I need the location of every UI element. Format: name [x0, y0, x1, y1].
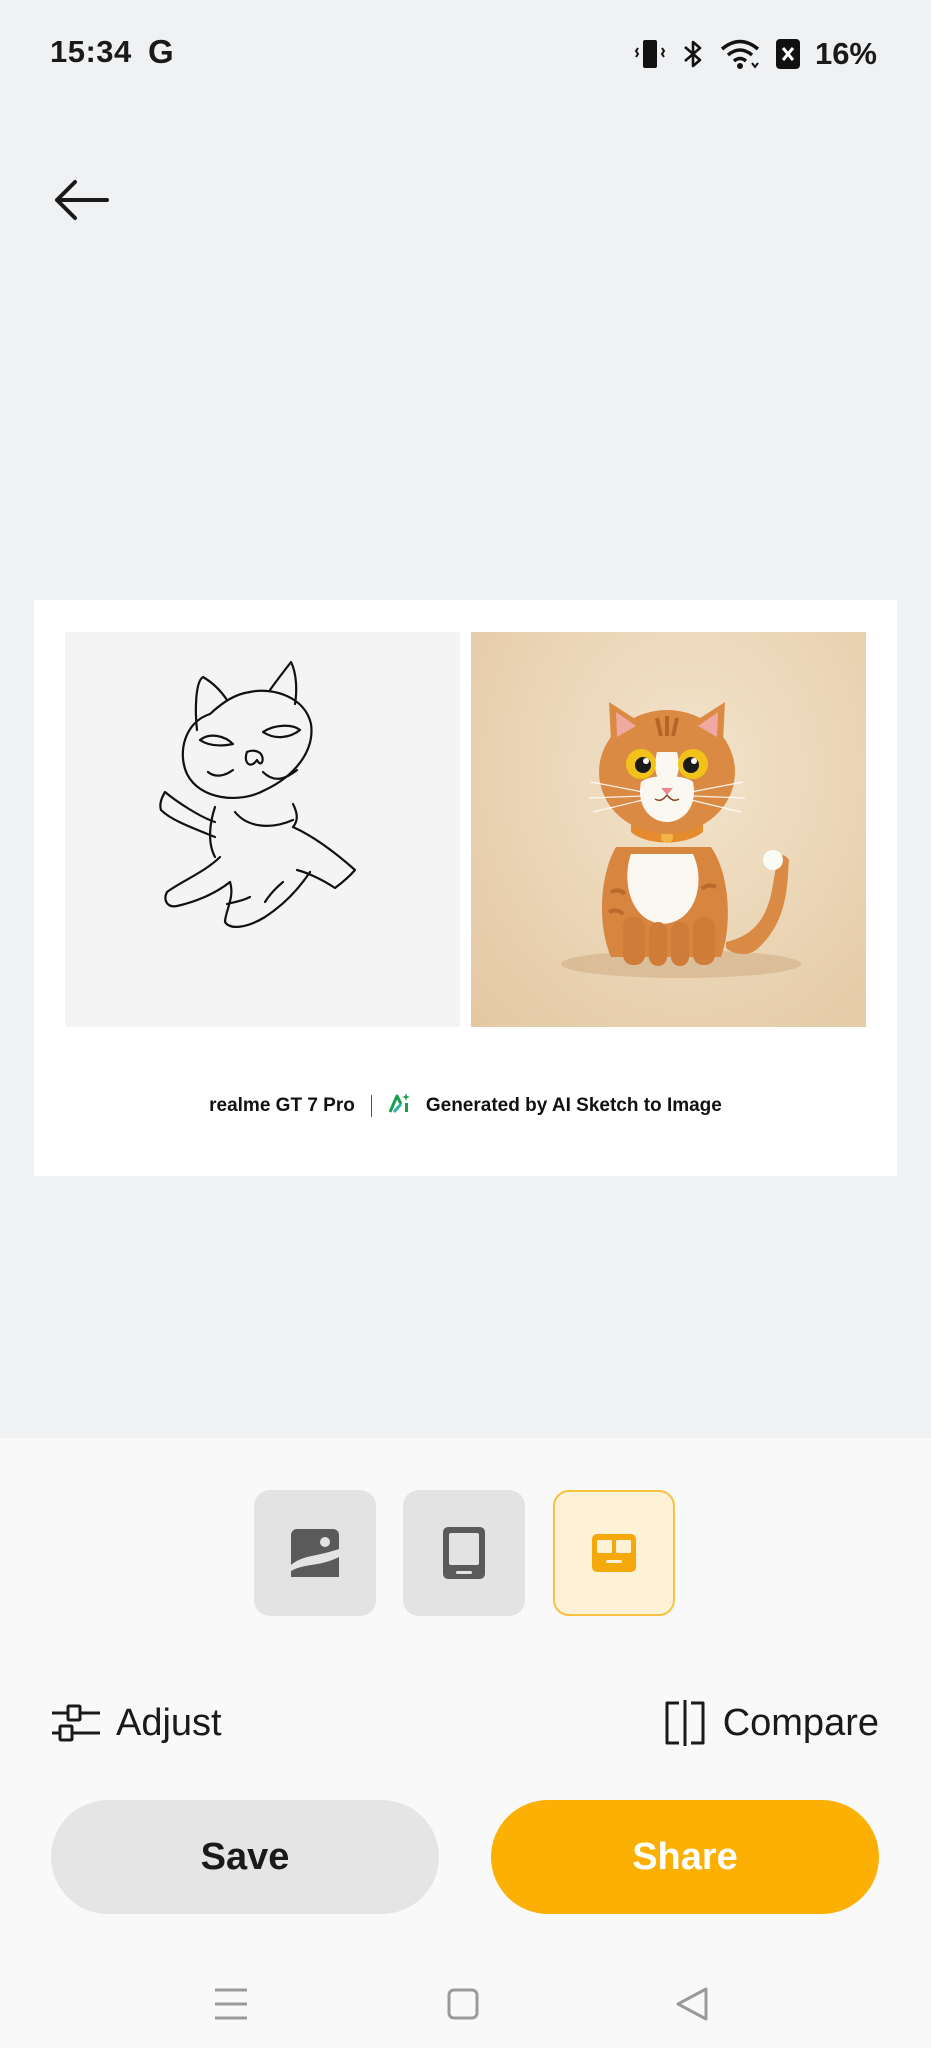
arrow-left-icon — [55, 180, 109, 220]
status-icons: 16% — [633, 34, 877, 74]
back-triangle-icon — [676, 1987, 708, 2021]
bottom-sheet: Adjust Compare Save Share — [0, 1438, 931, 2048]
save-button[interactable]: Save — [51, 1800, 439, 1914]
home-icon — [447, 1988, 479, 2020]
home-button[interactable] — [439, 1980, 487, 2028]
frame-layout-icon — [443, 1527, 485, 1579]
bluetooth-icon — [681, 37, 705, 71]
layout-option-frame[interactable] — [403, 1490, 525, 1616]
wifi-icon — [719, 37, 761, 71]
compare-button[interactable]: Compare — [661, 1698, 879, 1748]
preview-card: realme GT 7 Pro Generated by AI Sketch t… — [34, 600, 897, 1176]
status-bar: 15:34 G 16% — [0, 0, 931, 110]
recents-button[interactable] — [207, 1980, 255, 2028]
side-by-side-layout-icon — [592, 1534, 636, 1572]
compare-icon — [665, 1700, 705, 1746]
image-layout-icon — [291, 1529, 339, 1577]
status-time: 15:34 — [50, 34, 132, 69]
ai-sparkle-icon — [388, 1091, 412, 1121]
back-button[interactable] — [48, 170, 114, 230]
layout-option-image[interactable] — [254, 1490, 376, 1616]
caption-divider — [370, 1095, 372, 1117]
caption: realme GT 7 Pro Generated by AI Sketch t… — [34, 1091, 897, 1121]
google-icon: G — [148, 33, 174, 70]
adjust-button[interactable]: Adjust — [50, 1698, 222, 1748]
sliders-icon — [52, 1704, 100, 1742]
compare-label: Compare — [722, 1701, 879, 1744]
sketch-image — [65, 632, 460, 1027]
share-button[interactable]: Share — [491, 1800, 879, 1914]
battery-saver-icon — [775, 37, 801, 71]
vibrate-icon — [633, 37, 667, 71]
layout-option-side-by-side[interactable] — [553, 1490, 675, 1616]
system-navbar — [0, 1958, 931, 2048]
system-back-button[interactable] — [668, 1980, 716, 2028]
generated-cat-image — [471, 632, 866, 1027]
menu-icon — [215, 1988, 247, 2020]
adjust-label: Adjust — [116, 1701, 222, 1744]
battery-percent: 16% — [814, 36, 877, 71]
brand-label: realme GT 7 Pro — [209, 1095, 355, 1116]
generated-label: Generated by AI Sketch to Image — [425, 1095, 722, 1116]
